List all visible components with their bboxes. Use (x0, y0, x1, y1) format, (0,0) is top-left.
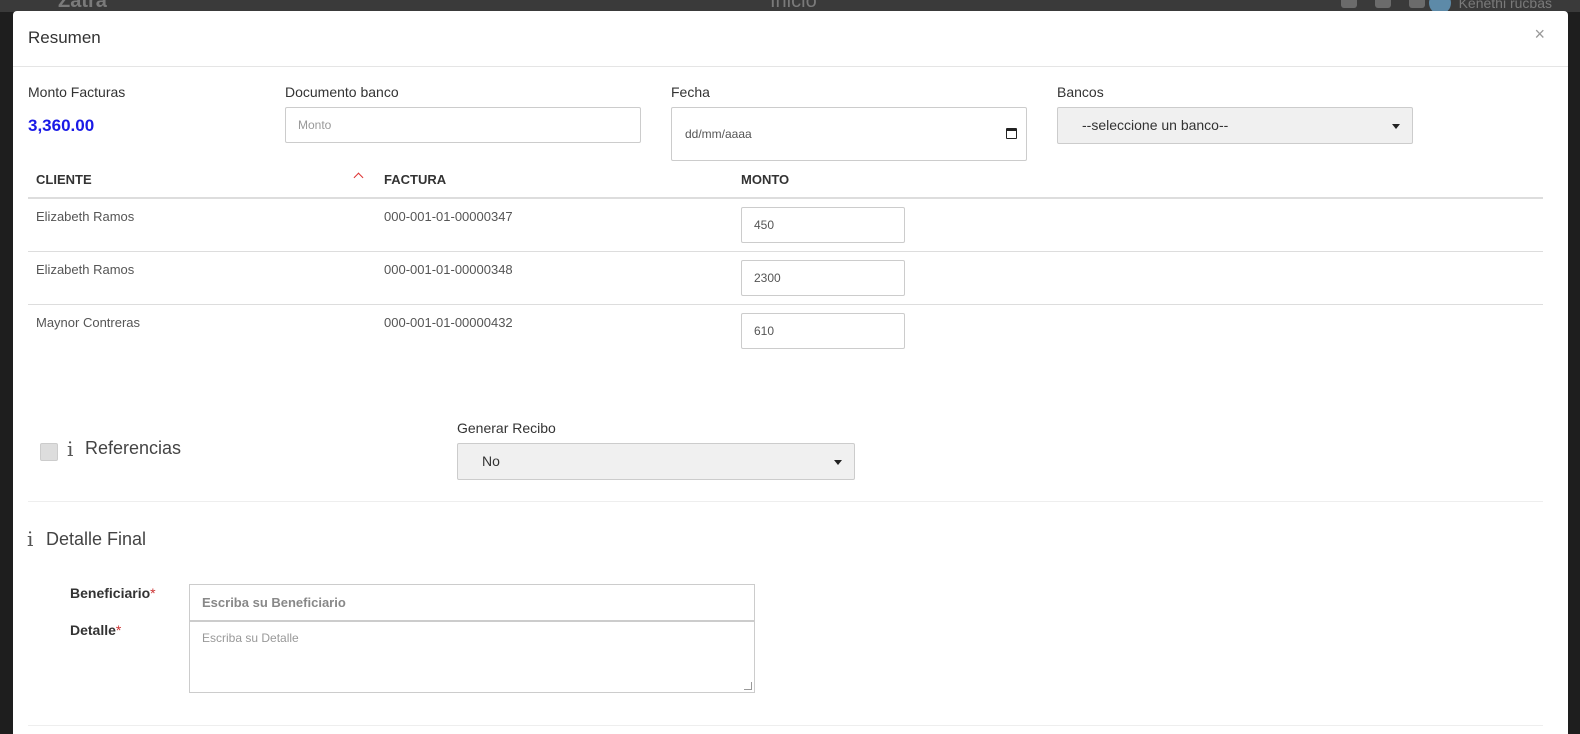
detalle-placeholder: Escriba su Detalle (202, 631, 299, 645)
cell-cliente: Maynor Contreras (36, 315, 141, 330)
close-icon[interactable]: × (1534, 24, 1545, 44)
section-divider (28, 725, 1543, 726)
fecha-input[interactable]: dd/mm/aaaa (671, 107, 1027, 161)
user-name: Kenethi rucbas (1458, 0, 1552, 11)
caret-down-icon (834, 460, 842, 465)
bancos-label: Bancos (1057, 84, 1104, 100)
beneficiario-label-text: Beneficiario (70, 585, 151, 601)
cell-cliente: Elizabeth Ramos (36, 209, 135, 224)
resumen-modal: Resumen × Monto Facturas 3,360.00 Docume… (13, 11, 1568, 734)
tag-icon (1409, 0, 1425, 8)
column-header-factura[interactable]: FACTURA (384, 172, 446, 187)
generar-recibo-label: Generar Recibo (457, 420, 556, 436)
inbox-icon (1375, 0, 1391, 8)
bancos-select[interactable]: --seleccione un banco-- (1057, 107, 1413, 144)
monto-input[interactable]: 2300 (741, 260, 905, 296)
monto-facturas-value: 3,360.00 (28, 116, 95, 135)
required-mark: * (150, 585, 156, 601)
info-icon: i (27, 527, 34, 551)
info-icon: i (67, 437, 74, 461)
referencias-label: Referencias (85, 438, 182, 458)
table-header: CLIENTE FACTURA MONTO (28, 169, 1543, 199)
monto-facturas-label: Monto Facturas (28, 84, 126, 100)
referencias-checkbox[interactable] (40, 443, 58, 461)
monto-input[interactable]: 610 (741, 313, 905, 349)
resize-handle-icon[interactable] (744, 682, 752, 690)
modal-header: Resumen × (13, 11, 1568, 67)
fecha-placeholder: dd/mm/aaaa (685, 127, 752, 141)
documento-banco-label: Documento banco (285, 84, 399, 100)
detalle-label-text: Detalle (70, 622, 116, 638)
column-header-cliente[interactable]: CLIENTE (36, 172, 92, 187)
generar-recibo-select[interactable]: No (457, 443, 855, 480)
facturas-table: CLIENTE FACTURA MONTO Elizabeth Ramos 00… (28, 169, 1543, 358)
detalle-final-title: Detalle Final (46, 529, 147, 549)
table-row: Elizabeth Ramos 000-001-01-00000348 2300 (28, 252, 1543, 305)
monto-input[interactable]: 450 (741, 207, 905, 243)
beneficiario-input[interactable]: Escriba su Beneficiario (189, 584, 755, 621)
cell-cliente: Elizabeth Ramos (36, 262, 135, 277)
cell-factura: 000-001-01-00000432 (384, 315, 513, 330)
phone-icon (1341, 0, 1357, 8)
caret-down-icon (1392, 124, 1400, 129)
cell-factura: 000-001-01-00000348 (384, 262, 513, 277)
detalle-textarea[interactable]: Escriba su Detalle (189, 621, 755, 693)
cell-factura: 000-001-01-00000347 (384, 209, 513, 224)
modal-title: Resumen (28, 28, 101, 47)
generar-recibo-selected-value: No (482, 453, 500, 469)
section-divider (28, 501, 1543, 502)
background-header-icons (1341, 0, 1425, 8)
column-header-monto[interactable]: MONTO (741, 172, 789, 187)
sort-asc-icon[interactable] (353, 172, 364, 183)
table-row: Elizabeth Ramos 000-001-01-00000347 450 (28, 199, 1543, 252)
table-row: Maynor Contreras 000-001-01-00000432 610 (28, 305, 1543, 358)
detalle-label: Detalle* (70, 622, 121, 638)
documento-banco-input[interactable]: Monto (285, 107, 641, 143)
bancos-selected-value: --seleccione un banco-- (1082, 117, 1229, 133)
calendar-icon[interactable] (1006, 128, 1017, 139)
fecha-label: Fecha (671, 84, 710, 100)
beneficiario-label: Beneficiario* (70, 585, 156, 601)
required-mark: * (115, 622, 122, 638)
